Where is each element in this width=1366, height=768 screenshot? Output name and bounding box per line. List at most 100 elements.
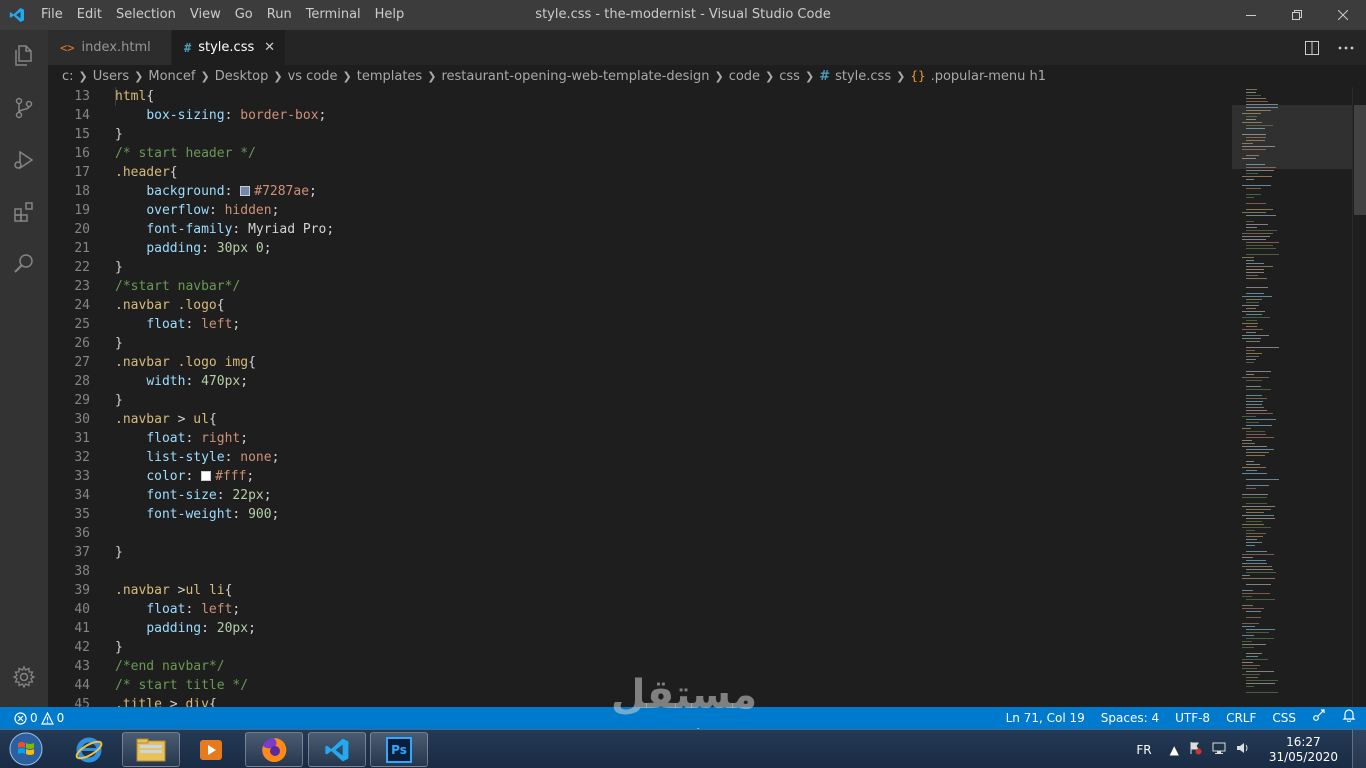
code-line[interactable]: 23 /*start navbar*/: [48, 277, 1232, 296]
more-actions-button[interactable]: [1332, 30, 1360, 65]
code-line[interactable]: 33 color: #fff;: [48, 87, 1232, 486]
breadcrumb-item[interactable]: vs code: [288, 69, 338, 84]
show-hidden-icons-icon[interactable]: ▲: [1170, 743, 1179, 757]
code-line[interactable]: 17 .header{: [48, 163, 1232, 182]
code-line[interactable]: 21 padding: 30px 0;: [48, 87, 1232, 258]
source-control-view-button[interactable]: [0, 82, 48, 134]
code-line[interactable]: 41 padding: 20px;: [48, 87, 1232, 638]
minimize-button[interactable]: [1228, 0, 1274, 30]
line-code: float: left;: [146, 317, 241, 332]
code-line[interactable]: 45 .title > div{: [48, 695, 1232, 707]
code-line[interactable]: 38: [48, 562, 1232, 581]
internet-explorer-icon: [75, 737, 103, 762]
editor-scrollbar[interactable]: [1352, 87, 1366, 707]
close-window-button[interactable]: [1320, 0, 1366, 30]
explorer-view-button[interactable]: [0, 30, 48, 82]
menu-terminal[interactable]: Terminal: [299, 0, 368, 30]
minimap-line: [1242, 329, 1263, 330]
breadcrumb-item[interactable]: code: [729, 69, 760, 84]
manage-button[interactable]: [0, 653, 48, 701]
code-line[interactable]: 37}: [48, 543, 1232, 562]
indentation-status[interactable]: Spaces: 4: [1101, 707, 1159, 729]
code-line[interactable]: 31 float: right;: [48, 87, 1232, 448]
line-code: font-family: Myriad Pro;: [146, 222, 335, 237]
taskbar-file-explorer[interactable]: [122, 732, 180, 767]
code-line[interactable]: 16 /* start header */: [48, 144, 1232, 163]
clock[interactable]: 16:27 31/05/2020: [1269, 735, 1338, 765]
breadcrumb-file[interactable]: style.css: [835, 69, 891, 84]
menu-file[interactable]: File: [34, 0, 70, 30]
breadcrumb-item[interactable]: restaurant-opening-web-template-design: [441, 69, 709, 84]
split-editor-button[interactable]: [1298, 30, 1326, 65]
menu-edit[interactable]: Edit: [70, 0, 109, 30]
code-line[interactable]: 39 .navbar >ul li{: [48, 581, 1232, 600]
language-indicator[interactable]: FR: [1136, 743, 1151, 757]
language-mode[interactable]: CSS: [1272, 707, 1296, 729]
code-line[interactable]: 27 .navbar .logo img{: [48, 353, 1232, 372]
start-button[interactable]: [6, 731, 46, 767]
volume-icon[interactable]: [1236, 741, 1250, 758]
code-line[interactable]: 29}: [48, 391, 1232, 410]
breadcrumb-item[interactable]: templates: [357, 69, 422, 84]
minimap-line: [1242, 494, 1268, 495]
run-debug-view-button[interactable]: [0, 134, 48, 186]
code-line[interactable]: 18 background: #7287ae;: [48, 87, 1232, 201]
search-view-button[interactable]: [0, 238, 48, 290]
taskbar-vscode[interactable]: [308, 732, 366, 767]
breadcrumb-item[interactable]: css: [779, 69, 800, 84]
breadcrumb-item[interactable]: Moncef: [148, 69, 195, 84]
close-tab-icon[interactable]: ✕: [264, 40, 275, 55]
menu-selection[interactable]: Selection: [109, 0, 183, 30]
taskbar-photoshop[interactable]: Ps: [370, 732, 428, 767]
minimap-line: [1246, 215, 1276, 216]
code-line[interactable]: 34 font-size: 22px;: [48, 87, 1232, 505]
code-line[interactable]: 36: [48, 87, 1232, 543]
code-line[interactable]: 26}: [48, 334, 1232, 353]
code-line[interactable]: 22}: [48, 258, 1232, 277]
problems-indicator[interactable]: 0 0: [0, 711, 64, 725]
code-line[interactable]: 15}: [48, 125, 1232, 144]
breadcrumb-item[interactable]: Desktop: [215, 69, 269, 84]
taskbar-internet-explorer[interactable]: [60, 732, 118, 767]
cursor-position[interactable]: Ln 71, Col 19: [1006, 707, 1085, 729]
notifications-button[interactable]: [1342, 707, 1356, 729]
code-line[interactable]: 30 .navbar > ul{: [48, 410, 1232, 429]
taskbar-media-player[interactable]: [182, 732, 240, 767]
code-line[interactable]: 25 float: left;: [48, 87, 1232, 334]
feedback-button[interactable]: [1312, 707, 1326, 729]
breadcrumb-symbol[interactable]: .popular-menu h1: [931, 69, 1046, 84]
code-line[interactable]: 24 .navbar .logo{: [48, 296, 1232, 315]
menu-run[interactable]: Run: [260, 0, 299, 30]
scrollbar-thumb[interactable]: [1354, 105, 1366, 215]
encoding-status[interactable]: UTF-8: [1175, 707, 1210, 729]
code-editor[interactable]: 13 html{14 box-sizing: border-box; 15} 16/*…: [48, 87, 1232, 707]
code-line[interactable]: 32 list-style: none;: [48, 87, 1232, 467]
menu-help[interactable]: Help: [368, 0, 412, 30]
eol-status[interactable]: CRLF: [1226, 707, 1256, 729]
code-line[interactable]: 13 html{: [48, 87, 1232, 106]
menu-view[interactable]: View: [183, 0, 228, 30]
menu-go[interactable]: Go: [228, 0, 260, 30]
tab-index-html[interactable]: <> index.html: [48, 30, 172, 65]
restore-button[interactable]: [1274, 0, 1320, 30]
code-line[interactable]: 42}: [48, 638, 1232, 657]
code-line[interactable]: 43 /*end navbar*/: [48, 657, 1232, 676]
minimap-line: [1246, 248, 1276, 249]
code-line[interactable]: 35 font-weight: 900;: [48, 87, 1232, 524]
code-line[interactable]: 14 box-sizing: border-box;: [48, 87, 1232, 125]
taskbar-firefox[interactable]: [245, 732, 303, 767]
network-icon[interactable]: [1211, 741, 1227, 758]
code-line[interactable]: 44 /* start title */: [48, 676, 1232, 695]
tab-style-css[interactable]: # style.css ✕: [172, 30, 286, 65]
code-line[interactable]: 20 font-family: Myriad Pro;: [48, 87, 1232, 239]
code-line[interactable]: 40 float: left;: [48, 87, 1232, 619]
code-line[interactable]: 19 overflow: hidden;: [48, 87, 1232, 220]
breadcrumb-item[interactable]: Users: [93, 69, 129, 84]
code-line[interactable]: 28 width: 470px;: [48, 87, 1232, 391]
breadcrumb-item[interactable]: c:: [62, 69, 74, 84]
action-center-flag-icon[interactable]: [1188, 741, 1202, 758]
minimap[interactable]: [1232, 87, 1352, 707]
extensions-view-button[interactable]: [0, 186, 48, 238]
show-desktop-button[interactable]: [1352, 730, 1366, 768]
line-number: 43: [74, 659, 90, 674]
